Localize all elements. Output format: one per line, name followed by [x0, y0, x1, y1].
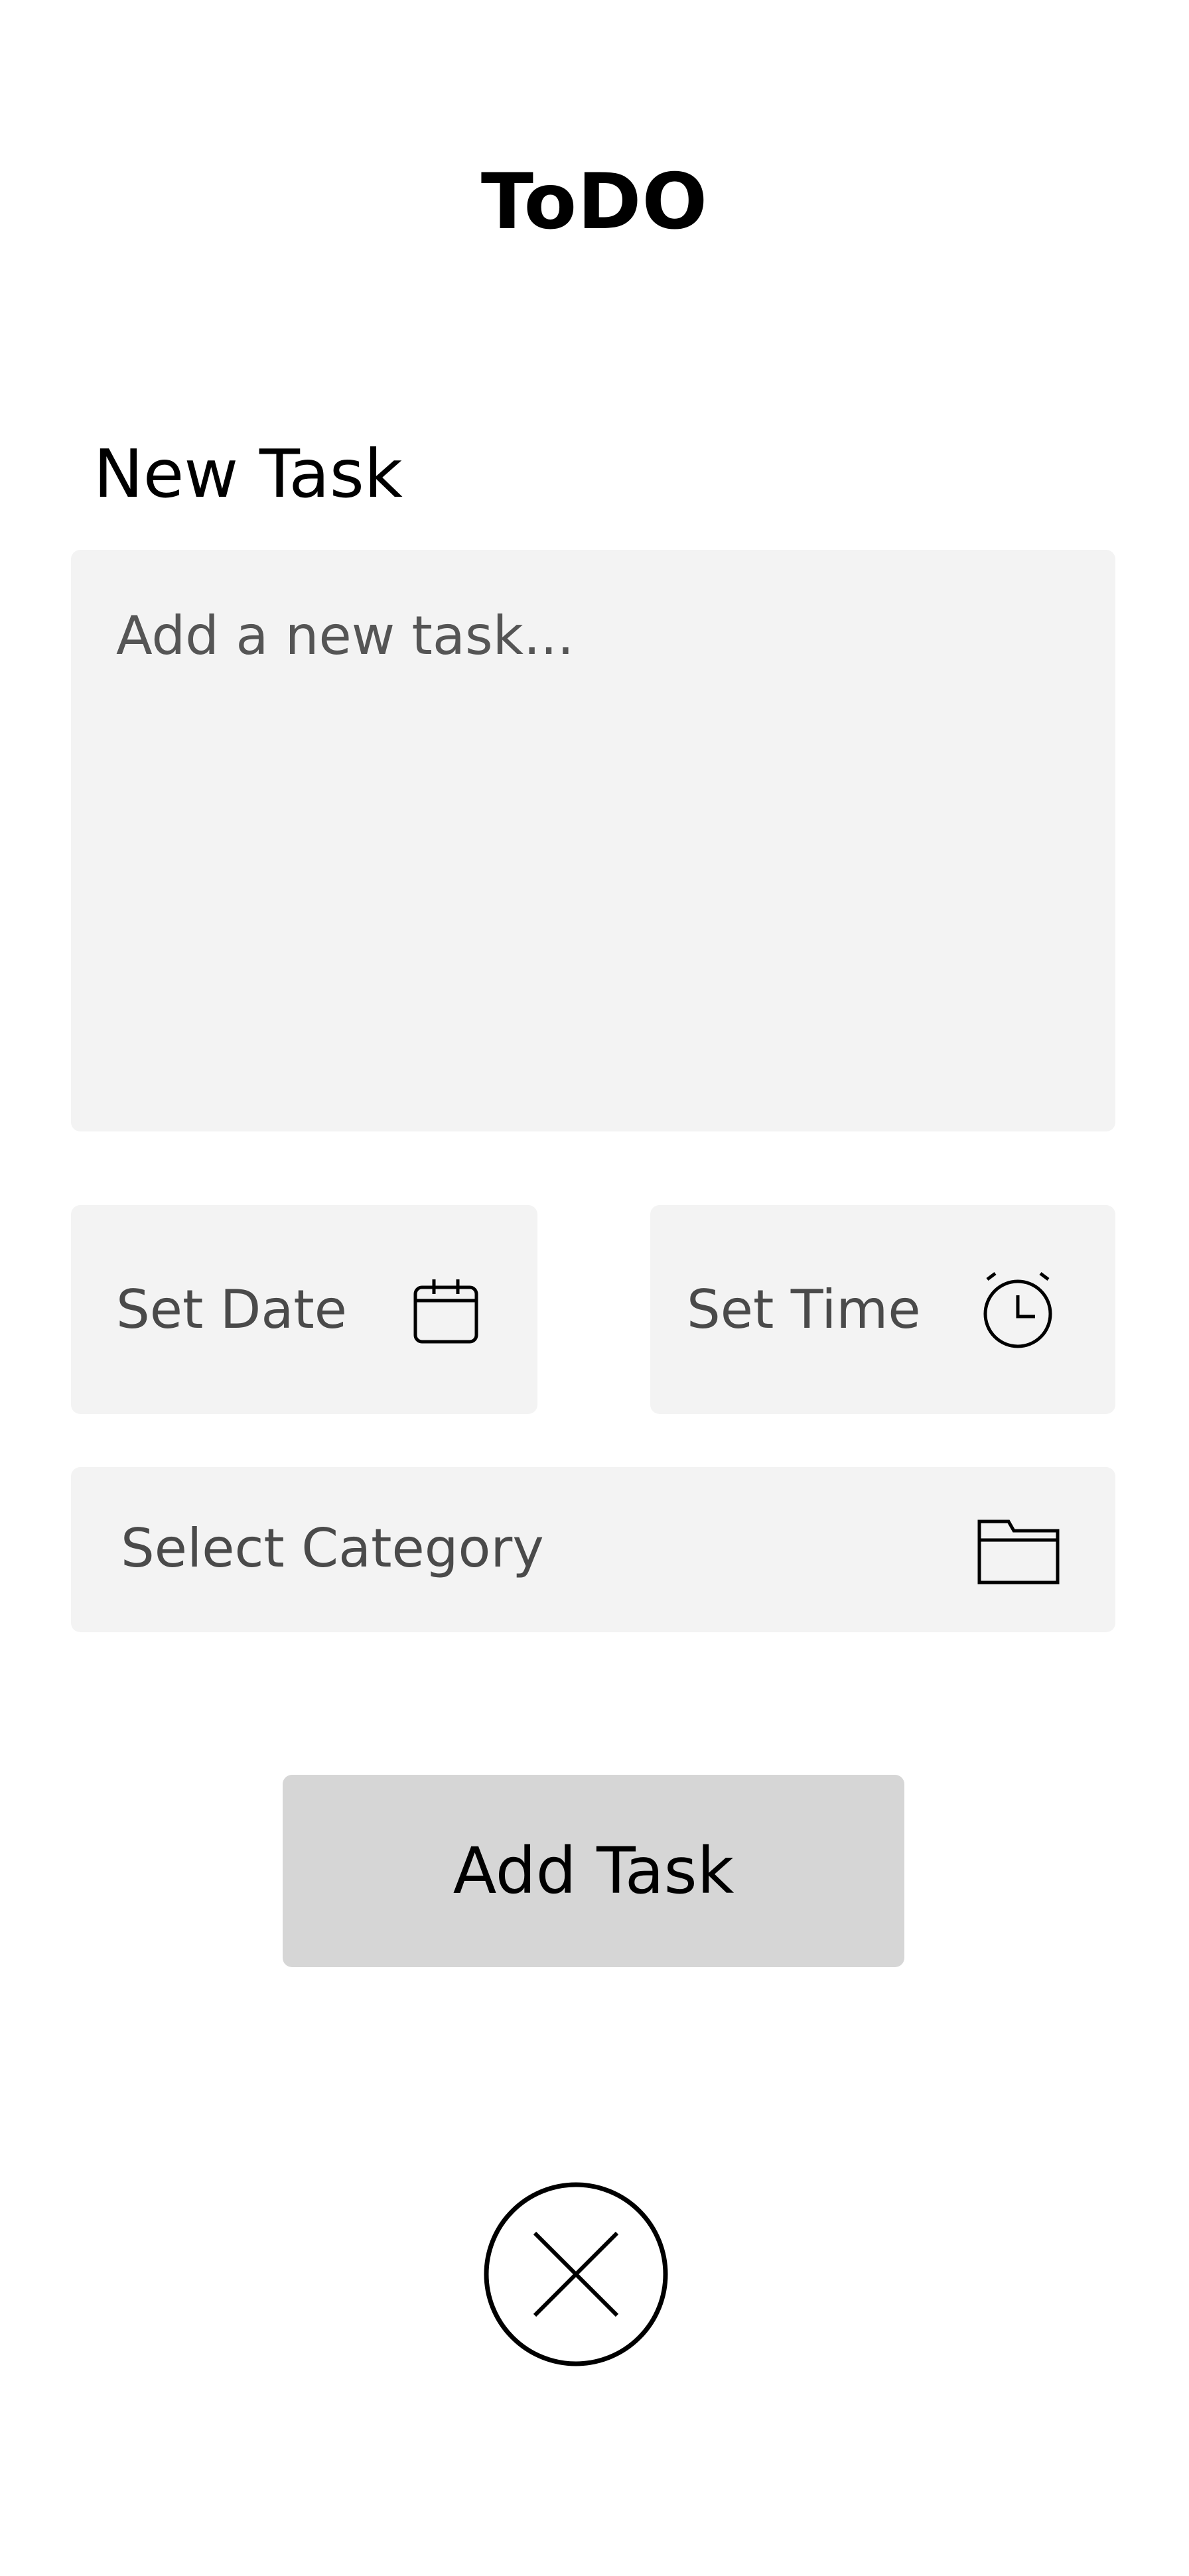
- set-date-field[interactable]: Set Date: [71, 1205, 537, 1414]
- close-icon[interactable]: [483, 2181, 669, 2367]
- set-date-label: Set Date: [116, 1279, 348, 1340]
- select-category-label: Select Category: [121, 1517, 544, 1579]
- task-input[interactable]: [71, 550, 1115, 1131]
- folder-icon: [977, 1519, 1060, 1584]
- calendar-icon: [413, 1279, 478, 1344]
- select-category-field[interactable]: Select Category: [71, 1467, 1115, 1632]
- add-task-button[interactable]: Add Task: [283, 1775, 904, 1967]
- alarm-clock-icon: [983, 1272, 1052, 1348]
- set-time-label: Set Time: [687, 1279, 921, 1340]
- app-title: ToDO: [480, 157, 709, 247]
- set-time-field[interactable]: Set Time: [650, 1205, 1115, 1414]
- new-task-label: New Task: [94, 435, 403, 513]
- task-input-container: [71, 550, 1115, 1131]
